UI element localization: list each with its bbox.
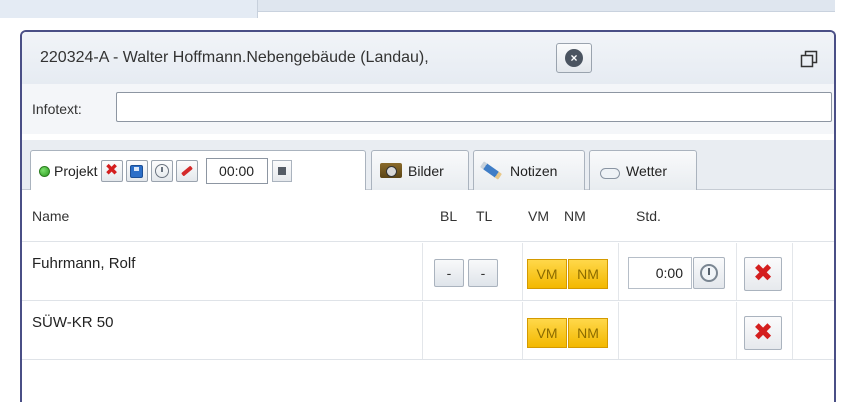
hours-input[interactable]: 0:00: [628, 257, 692, 289]
vm-button[interactable]: VM: [527, 259, 567, 289]
restore-window-icon[interactable]: [800, 50, 818, 68]
table-row[interactable]: Fuhrmann, Rolf - - VM NM 0:00 ✖: [22, 243, 834, 301]
column-divider: [522, 302, 523, 359]
header-nm: NM: [564, 208, 586, 224]
column-divider: [736, 243, 737, 300]
nm-button[interactable]: NM: [568, 259, 608, 289]
delete-icon: ✖: [752, 319, 774, 346]
delete-icon: ✖: [104, 162, 119, 179]
column-divider: [792, 243, 793, 300]
tab-bilder[interactable]: Bilder: [371, 150, 469, 190]
tl-button[interactable]: -: [468, 259, 498, 287]
tab-projekt[interactable]: Projekt ✖ 00:00: [30, 150, 366, 191]
delete-row-button[interactable]: ✖: [744, 316, 782, 350]
header-tl: TL: [476, 208, 493, 224]
table-row[interactable]: SÜW-KR 50 VM NM ✖: [22, 302, 834, 360]
project-panel: 220324-A - Walter Hoffmann.Nebengebäude …: [20, 30, 836, 402]
column-divider: [618, 302, 619, 359]
status-green-icon: [39, 165, 50, 177]
panel-title: 220324-A - Walter Hoffmann.Nebengebäude …: [40, 49, 429, 66]
column-divider: [736, 302, 737, 359]
panel-titlebar: 220324-A - Walter Hoffmann.Nebengebäude …: [22, 32, 834, 84]
grid-header: Name BL TL VM NM Std.: [22, 190, 834, 242]
upper-bar: [258, 0, 835, 12]
timer-display[interactable]: 00:00: [205, 158, 268, 184]
column-divider: [618, 243, 619, 300]
header-std: Std.: [636, 208, 661, 224]
stop-icon: [277, 167, 286, 175]
tab-wetter-label: Wetter: [626, 162, 667, 179]
pen-icon: [180, 165, 193, 177]
clock-icon: [700, 264, 718, 282]
save-icon: [130, 164, 144, 178]
column-divider: [522, 243, 523, 300]
vm-button[interactable]: VM: [527, 318, 567, 348]
infotext-label: Infotext:: [32, 101, 82, 117]
row-name: SÜW-KR 50: [32, 314, 114, 331]
nm-button[interactable]: NM: [568, 318, 608, 348]
clock-icon: [154, 164, 169, 178]
column-divider: [422, 243, 423, 300]
header-bl: BL: [440, 208, 458, 224]
header-vm: VM: [528, 208, 549, 224]
row-name: Fuhrmann, Rolf: [32, 255, 136, 272]
delete-row-button[interactable]: ✖: [744, 257, 782, 291]
pencil-icon: [479, 161, 503, 180]
camera-icon: [380, 163, 402, 178]
timer-button[interactable]: [150, 160, 173, 182]
tab-wetter[interactable]: Wetter: [589, 150, 697, 190]
delete-icon: ✖: [752, 260, 774, 287]
close-icon: ×: [565, 49, 583, 67]
edit-button[interactable]: [175, 160, 198, 182]
tab-projekt-label: Projekt: [54, 163, 98, 179]
upper-tab-area: [0, 0, 258, 18]
stop-button[interactable]: [271, 160, 292, 182]
infotext-bar: Infotext:: [22, 84, 834, 134]
tab-notizen-label: Notizen: [510, 162, 558, 179]
tab-notizen[interactable]: Notizen: [473, 150, 585, 190]
header-name: Name: [32, 208, 70, 224]
tab-bar: Projekt ✖ 00:00 Bilder Notizen Wetter: [22, 140, 834, 191]
bl-button[interactable]: -: [434, 259, 464, 287]
clock-button[interactable]: [693, 257, 725, 289]
weather-cloud-icon: [598, 164, 620, 179]
infotext-input[interactable]: [116, 92, 832, 122]
close-title-button[interactable]: ×: [556, 43, 592, 73]
delete-project-button[interactable]: ✖: [100, 160, 123, 182]
tab-bilder-label: Bilder: [408, 162, 444, 179]
column-divider: [422, 302, 423, 359]
save-button[interactable]: [125, 160, 148, 182]
column-divider: [792, 302, 793, 359]
